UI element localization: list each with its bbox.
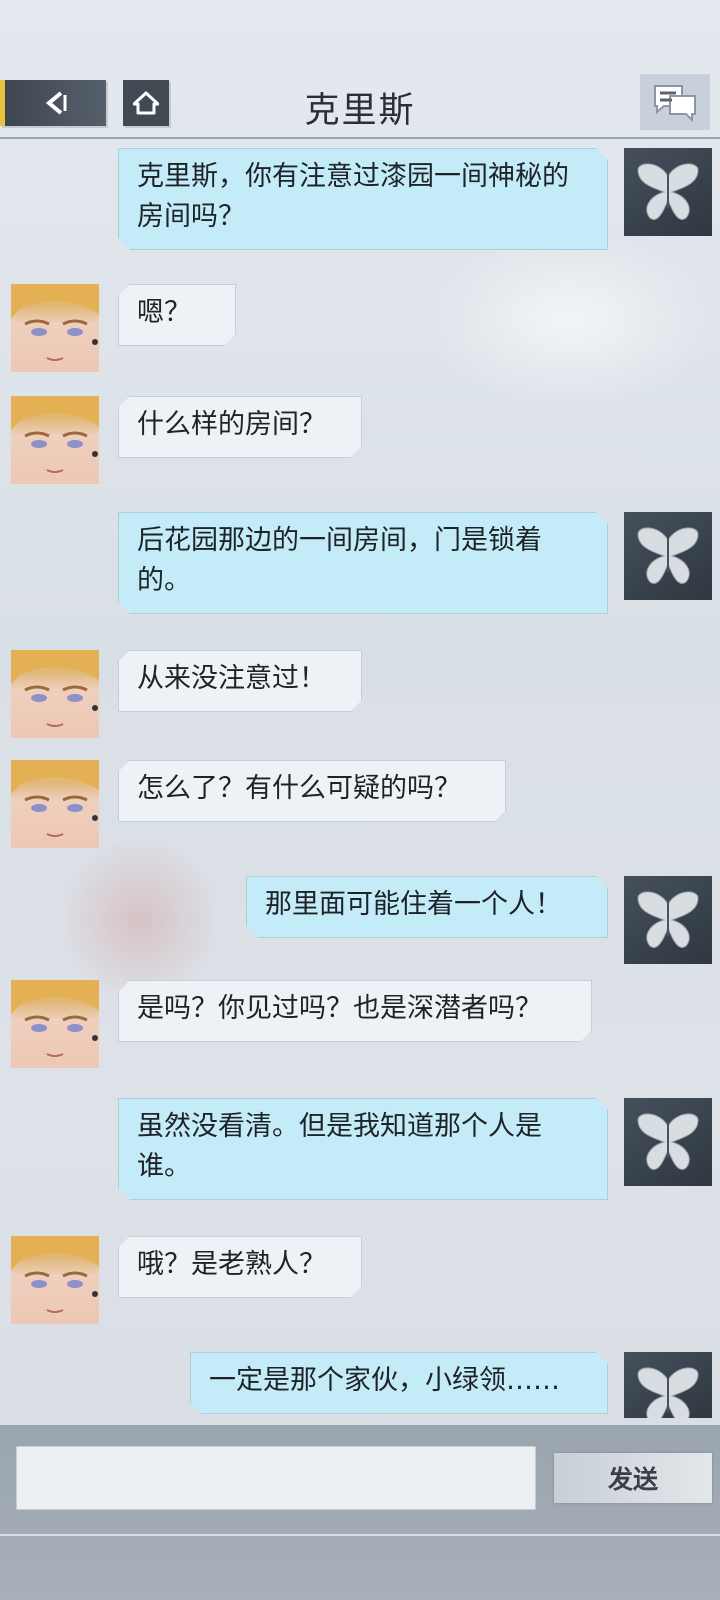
- player-avatar[interactable]: [624, 876, 712, 964]
- message-bubble-sent: 虽然没看清。但是我知道那个人是谁。: [118, 1098, 608, 1200]
- message-bubble-received: 什么样的房间？: [118, 396, 362, 458]
- message-bubble-received: 是吗？你见过吗？也是深潜者吗？: [118, 980, 592, 1042]
- butterfly-icon: [637, 891, 699, 948]
- chris-avatar[interactable]: [11, 1236, 99, 1324]
- player-avatar[interactable]: [624, 1098, 712, 1186]
- chat-header: 克里斯: [0, 0, 720, 140]
- chris-avatar[interactable]: [11, 650, 99, 738]
- chat-list-button[interactable]: [640, 74, 710, 130]
- chris-avatar[interactable]: [11, 980, 99, 1068]
- character-portrait-icon: [11, 760, 99, 837]
- back-arrow-icon: [45, 91, 66, 115]
- character-portrait-icon: [11, 1236, 99, 1313]
- butterfly-icon: [637, 1113, 699, 1170]
- chris-avatar[interactable]: [11, 284, 99, 372]
- header-divider: [0, 137, 720, 139]
- butterfly-icon: [637, 1367, 699, 1418]
- message-bubble-sent: 那里面可能住着一个人！: [246, 876, 608, 938]
- page-title: 克里斯: [304, 91, 416, 131]
- background-glow: [420, 230, 720, 410]
- message-bubble-sent: 一定是那个家伙，小绿领……: [190, 1352, 608, 1414]
- message-bubble-received: 哦？是老熟人？: [118, 1236, 362, 1298]
- home-icon: [133, 91, 159, 115]
- message-bubble-sent: 克里斯，你有注意过漆园一间神秘的房间吗？: [118, 148, 608, 250]
- background-blur: [50, 840, 230, 1000]
- message-bubble-sent: 后花园那边的一间房间，门是锁着的。: [118, 512, 608, 614]
- player-avatar[interactable]: [624, 1352, 712, 1418]
- send-button[interactable]: 发送: [554, 1453, 712, 1503]
- message-bubble-received: 嗯？: [118, 284, 236, 346]
- bottom-divider: [0, 1534, 720, 1536]
- chris-avatar[interactable]: [11, 760, 99, 848]
- back-button[interactable]: [0, 80, 106, 126]
- character-portrait-icon: [11, 980, 99, 1057]
- chat-bubbles-icon: [654, 85, 696, 122]
- character-portrait-icon: [11, 284, 99, 361]
- character-portrait-icon: [11, 650, 99, 727]
- message-input[interactable]: [16, 1446, 536, 1510]
- chris-avatar[interactable]: [11, 396, 99, 484]
- message-bubble-received: 怎么了？有什么可疑的吗？: [118, 760, 506, 822]
- butterfly-icon: [637, 527, 699, 584]
- message-bubble-received: 从来没注意过！: [118, 650, 362, 712]
- butterfly-icon: [637, 163, 699, 220]
- player-avatar[interactable]: [624, 512, 712, 600]
- character-portrait-icon: [11, 396, 99, 473]
- player-avatar[interactable]: [624, 148, 712, 236]
